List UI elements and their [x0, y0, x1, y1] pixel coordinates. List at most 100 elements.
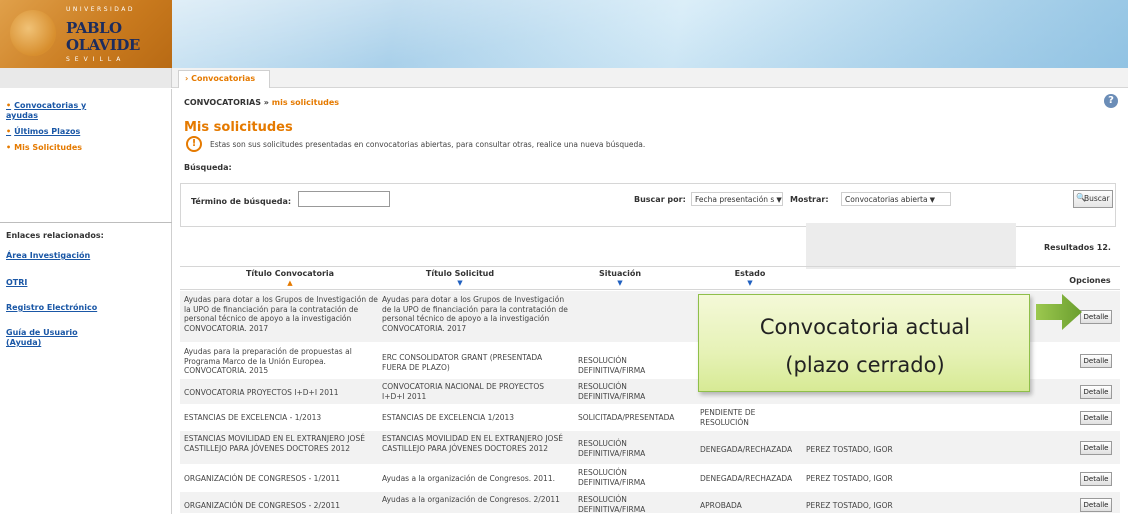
col-header-label: Título Solicitud — [425, 269, 495, 278]
cell-situacion: RESOLUCIÓN DEFINITIVA/FIRMA — [578, 468, 646, 487]
col-header-opciones: Opciones — [1069, 276, 1111, 285]
table-row: ESTANCIAS MOVILIDAD EN EL EXTRANJERO JOS… — [180, 431, 1120, 465]
col-header-label: Estado — [734, 269, 766, 278]
breadcrumb-parent[interactable]: CONVOCATORIAS » — [184, 98, 269, 107]
callout-annotation: Convocatoria actual (plazo cerrado) — [698, 294, 1030, 392]
search-input[interactable] — [298, 191, 390, 207]
cell-situacion: SOLICITADA/PRESENTADA — [578, 413, 675, 422]
cell-estado: DENEGADA/RECHAZADA — [700, 445, 793, 454]
results-count: Resultados 12. — [1044, 243, 1111, 252]
col-header-convocatoria[interactable]: Título Convocatoria ▲ — [220, 269, 360, 287]
detalle-button[interactable]: Detalle — [1080, 441, 1112, 455]
cell-solicitud: CONVOCATORIA NACIONAL DE PROYECTOS I+D+I… — [382, 382, 545, 401]
table-row: ESTANCIAS DE EXCELENCIA - 1/2013 ESTANCI… — [180, 406, 1120, 430]
cell-convocatoria: ORGANIZACIÓN DE CONGRESOS - 2/2011 — [184, 501, 341, 510]
cell-extra: PEREZ TOSTADO, IGOR — [806, 474, 893, 483]
cell-solicitud: ESTANCIAS MOVILIDAD EN EL EXTRANJERO JOS… — [382, 434, 563, 453]
busqueda-label: Búsqueda: — [184, 163, 232, 172]
help-icon[interactable]: ? — [1104, 94, 1118, 108]
callout-line1: Convocatoria actual — [759, 315, 971, 339]
buscar-button[interactable]: 🔍 Buscar — [1073, 190, 1113, 208]
header-banner: UNIVERSIDAD PABLO OLAVIDE SEVILLA — [0, 0, 1128, 68]
buscar-button-label: Buscar — [1084, 194, 1110, 203]
sidebar-item-convocatorias[interactable]: • Convocatorias y ayudas — [6, 101, 116, 121]
sidebar-divider — [0, 222, 172, 223]
detalle-button[interactable]: Detalle — [1080, 498, 1112, 512]
breadcrumb-current: mis solicitudes — [271, 98, 340, 107]
related-link-area-investigacion[interactable]: Área Investigación — [6, 251, 90, 261]
sidebar-item-ultimos-plazos[interactable]: • Últimos Plazos — [6, 127, 80, 137]
results-gray-area — [806, 223, 1016, 269]
cell-convocatoria: Ayudas para dotar a los Grupos de Invest… — [184, 295, 378, 333]
tab-convocatorias[interactable]: › Convocatorias — [178, 70, 270, 88]
term-label: Término de búsqueda: — [191, 197, 292, 206]
detalle-button[interactable]: Detalle — [1080, 310, 1112, 324]
related-link-registro[interactable]: Registro Electrónico — [6, 303, 97, 313]
cell-estado: PENDIENTE DE RESOLUCIÓN — [700, 408, 756, 427]
sort-desc-icon[interactable]: ▼ — [400, 279, 520, 287]
logo-name-line1: PABLO — [66, 19, 122, 37]
detalle-button[interactable]: Detalle — [1080, 472, 1112, 486]
cell-convocatoria: Ayudas para la preparación de propuestas… — [184, 347, 352, 375]
table-row: ORGANIZACIÓN DE CONGRESOS - 1/2011 Ayuda… — [180, 466, 1120, 491]
detalle-button[interactable]: Detalle — [1080, 411, 1112, 425]
buscar-por-label: Buscar por: — [634, 195, 686, 204]
cell-extra: PEREZ TOSTADO, IGOR — [806, 501, 893, 510]
cell-situacion: RESOLUCIÓN DEFINITIVA/FIRMA — [578, 356, 646, 375]
callout-line2: (plazo cerrado) — [785, 353, 945, 377]
callout-arrow-icon — [1036, 294, 1082, 330]
cell-convocatoria: CONVOCATORIA PROYECTOS I+D+I 2011 — [184, 388, 339, 397]
mostrar-select[interactable]: Convocatorias abierta ▼ — [841, 192, 951, 206]
mostrar-label: Mostrar: — [790, 195, 829, 204]
sort-asc-icon[interactable]: ▲ — [220, 279, 360, 287]
sidebar: • Convocatorias y ayudas • Últimos Plazos … — [0, 89, 172, 514]
breadcrumb: CONVOCATORIAS » mis solicitudes — [184, 98, 339, 107]
sidebar-item-label: Últimos Plazos — [14, 127, 81, 136]
sort-desc-icon[interactable]: ▼ — [590, 279, 650, 287]
cell-solicitud: ESTANCIAS DE EXCELENCIA 1/2013 — [382, 413, 515, 422]
cell-situacion: RESOLUCIÓN DEFINITIVA/FIRMA — [578, 495, 646, 514]
cell-convocatoria: ESTANCIAS MOVILIDAD EN EL EXTRANJERO JOS… — [184, 434, 365, 453]
cell-solicitud: Ayudas para dotar a los Grupos de Invest… — [382, 295, 568, 333]
logo-emblem-icon — [10, 10, 56, 56]
cell-solicitud: Ayudas a la organización de Congresos. 2… — [382, 495, 560, 504]
logo-bottom-text: SEVILLA — [66, 56, 126, 63]
related-links-title: Enlaces relacionados: — [6, 231, 104, 240]
sort-desc-icon[interactable]: ▼ — [720, 279, 780, 287]
university-logo[interactable]: UNIVERSIDAD PABLO OLAVIDE SEVILLA — [0, 0, 172, 68]
cell-extra: PEREZ TOSTADO, IGOR — [806, 445, 893, 454]
detalle-button[interactable]: Detalle — [1080, 354, 1112, 368]
bullet-icon: • — [6, 101, 12, 110]
related-link-guia-usuario[interactable]: Guía de Usuario (Ayuda) — [6, 328, 106, 348]
cell-situacion: RESOLUCIÓN DEFINITIVA/FIRMA — [578, 439, 646, 458]
header-wave — [140, 0, 1128, 68]
cell-estado: APROBADA — [700, 501, 742, 510]
mostrar-value: Convocatorias abierta — [845, 195, 928, 204]
bullet-icon: • — [6, 143, 12, 152]
cell-estado: DENEGADA/RECHAZADA — [700, 474, 793, 483]
search-panel: Término de búsqueda: Buscar por: Fecha p… — [180, 183, 1116, 227]
bullet-icon: • — [6, 127, 12, 136]
page-title: Mis solicitudes — [184, 120, 293, 135]
sidebar-item-label: Convocatorias y ayudas — [6, 101, 87, 120]
col-header-solicitud[interactable]: Título Solicitud ▼ — [400, 269, 520, 287]
sidebar-item-label: Mis Solicitudes — [14, 143, 83, 152]
col-header-label: Situación — [598, 269, 642, 278]
related-link-otri[interactable]: OTRI — [6, 278, 27, 288]
col-header-situacion[interactable]: Situación ▼ — [590, 269, 650, 287]
buscar-por-select[interactable]: Fecha presentación s ▼ — [691, 192, 783, 206]
col-header-estado[interactable]: Estado ▼ — [720, 269, 780, 287]
cell-solicitud: ERC CONSOLIDATOR GRANT (PRESENTADA FUERA… — [382, 353, 543, 372]
cell-convocatoria: ESTANCIAS DE EXCELENCIA - 1/2013 — [184, 413, 322, 422]
buscar-por-value: Fecha presentación s — [695, 195, 775, 204]
info-icon: ! — [186, 136, 202, 152]
table-row: ORGANIZACIÓN DE CONGRESOS - 2/2011 Ayuda… — [180, 492, 1120, 514]
cell-situacion: RESOLUCIÓN DEFINITIVA/FIRMA — [578, 382, 646, 401]
table-header: Título Convocatoria ▲ Título Solicitud ▼… — [180, 266, 1120, 290]
cell-convocatoria: ORGANIZACIÓN DE CONGRESOS - 1/2011 — [184, 474, 341, 483]
detalle-button[interactable]: Detalle — [1080, 385, 1112, 399]
tab-bar: › Convocatorias — [0, 68, 1128, 88]
info-text: Estas son sus solicitudes presentadas en… — [210, 140, 646, 149]
sidebar-item-mis-solicitudes[interactable]: • Mis Solicitudes — [6, 143, 82, 153]
logo-name-line2: OLAVIDE — [66, 36, 140, 54]
